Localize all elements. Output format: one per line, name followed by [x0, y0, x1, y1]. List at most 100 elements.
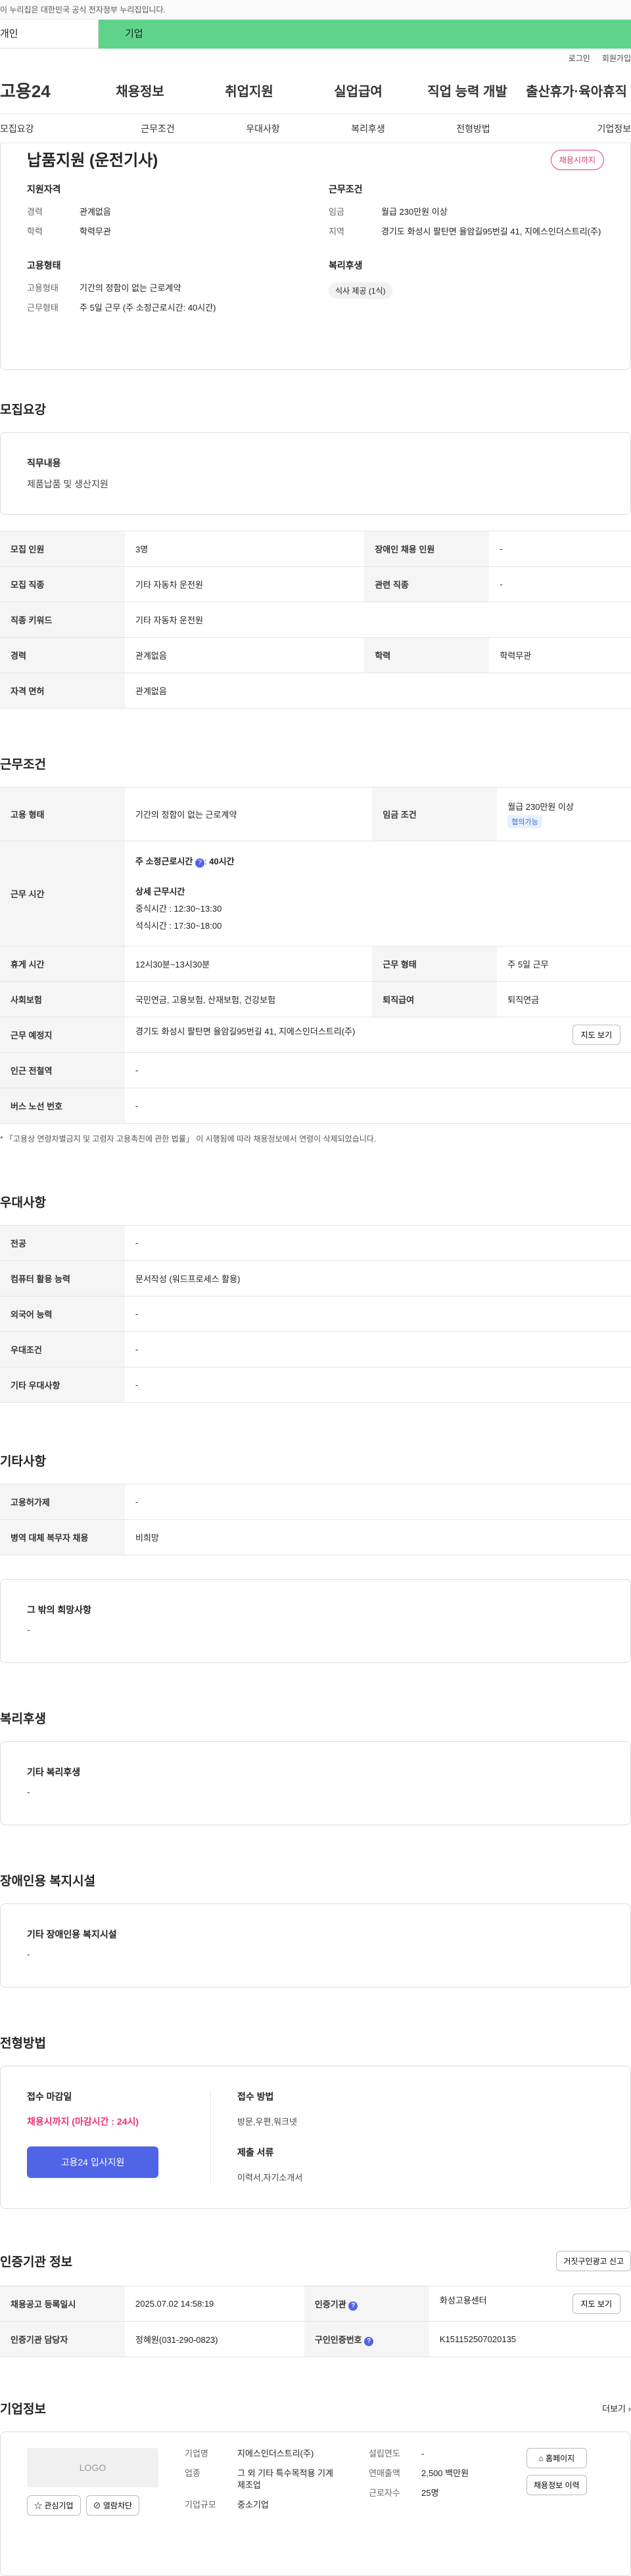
- job-title: 납품지원 (운전기사): [27, 152, 158, 169]
- label: 근무형태: [27, 303, 58, 313]
- deadline-heading: 접수 마감일: [27, 2091, 72, 2102]
- cell-label: 근무 형태: [372, 946, 498, 982]
- tab-benefit[interactable]: 복리후생: [316, 122, 421, 135]
- cell-value: -: [489, 566, 631, 602]
- nav-jobs[interactable]: 채용정보: [85, 81, 195, 100]
- section-title-pref: 우대사항: [0, 1196, 46, 1210]
- cell-label: 구인인증번호 ?: [304, 2321, 429, 2357]
- section-title-corp: 기업정보: [0, 2403, 46, 2416]
- info-icon[interactable]: ?: [348, 2301, 358, 2311]
- method-text: 방문,우편,워크넷: [237, 2117, 297, 2127]
- other-text: -: [27, 1624, 30, 1635]
- cond-block: 근무조건 임금 월급 230만원 이상 지역 경기도 화성시 팔탄면 율암길95번길…: [329, 183, 604, 246]
- label: 설립연도: [369, 2449, 400, 2458]
- history-button[interactable]: 채용정보 이력: [526, 2475, 587, 2495]
- corp-actions: ⌂ 홈페이지 채용정보 이력: [526, 2448, 587, 2560]
- report-button[interactable]: 거짓구인광고 신고: [556, 2251, 631, 2271]
- corp-logo-col: LOGO ☆ 관심기업 ⊘ 열람차단: [27, 2448, 158, 2560]
- cell-label: 경력: [0, 637, 125, 673]
- block-button[interactable]: ⊘ 열람차단: [85, 2495, 140, 2516]
- tab-work[interactable]: 근무조건: [105, 122, 210, 135]
- tab-corp[interactable]: 기업: [99, 20, 631, 49]
- label: 기업명: [185, 2449, 208, 2458]
- util-menu: 로그인 회원가입: [0, 49, 631, 67]
- join-link[interactable]: 회원가입: [602, 53, 631, 64]
- cell-value: 기타 자동차 운전원: [125, 566, 365, 602]
- welfare-chip: 식사 제공 (1식): [329, 282, 392, 299]
- tab-recruit[interactable]: 모집요강: [0, 122, 105, 135]
- value: 월급 230만원 이상: [381, 207, 448, 217]
- cell-label: 버스 노선 번호: [0, 1088, 125, 1124]
- cell-label: 모집 인원: [0, 531, 125, 567]
- table-row: 휴게 시간 12시30분~13시30분 근무 형태 주 5일 근무: [0, 946, 631, 982]
- cell-value: 국민연금, 고용보험, 산재보험, 건강보험: [125, 981, 373, 1017]
- tab-select[interactable]: 전형방법: [421, 122, 526, 135]
- star-icon: ☆: [34, 2501, 43, 2510]
- site-logo[interactable]: 고용24: [0, 78, 85, 102]
- tab-personal[interactable]: 개인: [0, 20, 99, 49]
- cell-value: -: [125, 1225, 631, 1261]
- tab-corp-info[interactable]: 기업정보: [526, 122, 631, 135]
- value: 지에스인더스트리(주): [237, 2449, 314, 2458]
- detail-heading: 상세 근무시간: [135, 886, 185, 897]
- section-title-recruit: 모집요강: [0, 403, 46, 417]
- chevron-right-icon: ›: [628, 2404, 631, 2414]
- disab-box: 기타 장애인용 복지시설 -: [0, 1903, 631, 1988]
- label: 업종: [185, 2468, 200, 2478]
- cell-label: 전공: [0, 1225, 125, 1261]
- cell-label: 채용공고 등록일시: [0, 2286, 125, 2322]
- login-link[interactable]: 로그인: [569, 53, 590, 64]
- label: 지역: [329, 227, 344, 236]
- corp-info-left: 기업명 지에스인더스트리(주) 업종 그 외 기타 특수목적용 기계 제조업 기업규…: [185, 2448, 342, 2560]
- fav-button[interactable]: ☆ 관심기업: [27, 2495, 81, 2516]
- docs-text: 이력서,자기소개서: [237, 2173, 303, 2183]
- info-icon[interactable]: ?: [195, 858, 204, 868]
- cell-value: 2025.07.02 14:58:19: [125, 2286, 304, 2322]
- cell-value: -: [125, 1484, 631, 1520]
- nav-support[interactable]: 취업지원: [195, 81, 304, 100]
- table-row: 자격 면허 관계없음: [0, 673, 631, 709]
- main-nav: 고용24 채용정보 취업지원 실업급여 직업 능력 개발 출산휴가·육아휴직: [0, 67, 631, 114]
- homepage-label: 홈페이지: [546, 2454, 575, 2463]
- cell-label: 임금 조건: [372, 787, 498, 841]
- apply-button[interactable]: 고용24 입사지원: [27, 2146, 158, 2178]
- cell-value: 3명: [125, 531, 365, 567]
- cell-value: 경기도 화성시 팔탄면 율암길95번길 41, 지에스인더스트리(주) 지도 보기: [125, 1017, 631, 1053]
- welfare-title: 복리후생: [329, 260, 363, 271]
- cert-map-button[interactable]: 지도 보기: [572, 2294, 620, 2314]
- time-hours: 40시간: [209, 856, 235, 866]
- cell-label: 모집 직종: [0, 566, 125, 602]
- more-label: 더보기: [602, 2404, 626, 2414]
- nav-leave[interactable]: 출산휴가·육아휴직: [522, 81, 631, 100]
- cell-label: 인근 전철역: [0, 1052, 125, 1088]
- negotiable-badge: 협의가능: [507, 815, 542, 828]
- table-row: 병역 대체 복무자 채용 비희망: [0, 1519, 631, 1555]
- map-button[interactable]: 지도 보기: [572, 1025, 620, 1045]
- more-link[interactable]: 더보기 ›: [602, 2402, 631, 2414]
- table-row: 우대조건 -: [0, 1331, 631, 1367]
- table-row: 근무 예정지 경기도 화성시 팔탄면 율암길95번길 41, 지에스인더스트리(주…: [0, 1017, 631, 1053]
- section-tabs: 모집요강 근무조건 우대사항 복리후생 전형방법 기업정보: [0, 114, 631, 143]
- label: 근로자수: [369, 2488, 400, 2498]
- table-row: 버스 노선 번호 -: [0, 1088, 631, 1124]
- table-row: 인근 전철역 -: [0, 1052, 631, 1088]
- info-icon[interactable]: ?: [364, 2336, 374, 2346]
- cell-label: 기타 우대사항: [0, 1367, 125, 1403]
- label: 기업규모: [185, 2500, 216, 2510]
- nav-unemployment[interactable]: 실업급여: [304, 81, 413, 100]
- emp-title: 고용형태: [27, 260, 61, 271]
- nav-training[interactable]: 직업 능력 개발: [413, 81, 522, 100]
- benefit-box: 기타 복리후생 -: [0, 1741, 631, 1825]
- cert-org-label: 인증기관: [314, 2299, 346, 2309]
- table-row: 고용 형태 기간의 정함이 없는 근로계약 임금 조건 월급 230만원 이상 협의가능: [0, 787, 631, 841]
- tab-pref[interactable]: 우대사항: [210, 122, 316, 135]
- cert-table: 채용공고 등록일시 2025.07.02 14:58:19 인증기관 ? 화성고용센터…: [0, 2286, 631, 2357]
- corp-logo: LOGO: [27, 2448, 158, 2487]
- cell-value: -: [125, 1367, 631, 1403]
- section-title-etc: 기타사항: [0, 1455, 46, 1469]
- section-title-work: 근무조건: [0, 758, 46, 772]
- disab-heading: 기타 장애인용 복지시설: [27, 1929, 117, 1940]
- value: 관계없음: [80, 207, 111, 217]
- homepage-button[interactable]: ⌂ 홈페이지: [526, 2448, 587, 2468]
- org-text: 화성고용센터: [439, 2296, 487, 2305]
